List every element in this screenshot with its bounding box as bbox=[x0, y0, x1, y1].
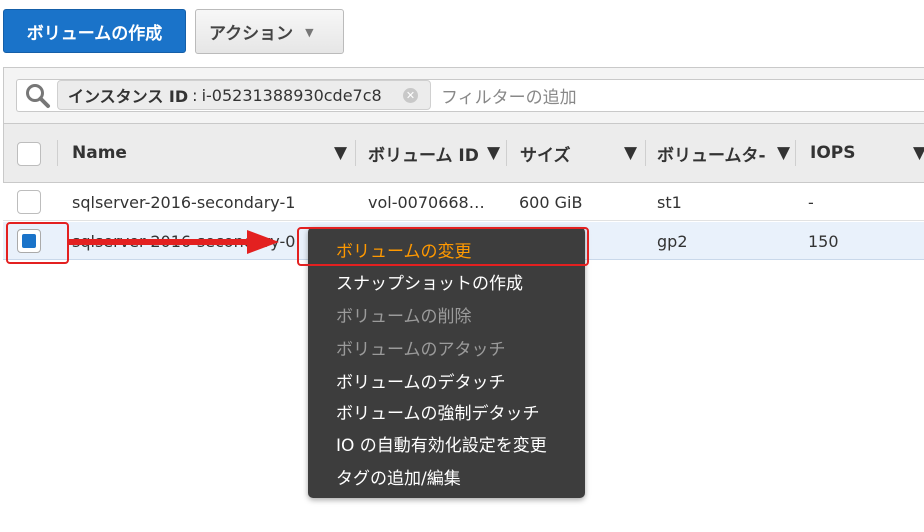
cell-name: sqlserver-2016-secondary-1 bbox=[72, 193, 296, 212]
menu-item-create-snapshot[interactable]: スナップショットの作成 bbox=[336, 269, 523, 294]
column-header-volume-id[interactable]: ボリューム ID bbox=[368, 123, 479, 183]
column-header-iops[interactable]: IOPS bbox=[810, 123, 855, 183]
menu-item-detach-volume[interactable]: ボリュームのデタッチ bbox=[336, 368, 506, 393]
sort-icon[interactable]: ▼ bbox=[334, 123, 347, 183]
column-header-label: Name bbox=[72, 143, 127, 163]
filter-token-value: i-05231388930cde7c8 bbox=[201, 85, 382, 105]
column-header-label: サイズ bbox=[520, 145, 571, 166]
column-header-label: ボリューム ID bbox=[368, 145, 479, 166]
actions-label: アクション bbox=[209, 24, 294, 44]
column-header-name[interactable]: Name bbox=[72, 123, 127, 183]
sort-icon[interactable]: ▼ bbox=[913, 123, 924, 183]
menu-item-change-auto-enable-io[interactable]: IO の自動有効化設定を変更 bbox=[336, 431, 547, 456]
context-menu: ボリュームの変更 スナップショットの作成 ボリュームの削除 ボリュームのアタッチ… bbox=[308, 227, 585, 498]
column-header-volume-type[interactable]: ボリュームタ- bbox=[657, 123, 766, 183]
cell-iops: - bbox=[808, 193, 814, 212]
filter-token[interactable]: インスタンス ID : i-05231388930cde7c8 ✕ bbox=[57, 80, 431, 110]
annotation-highlight-menu-item bbox=[297, 227, 589, 266]
column-divider bbox=[57, 140, 58, 166]
chevron-down-icon: ▼ bbox=[305, 26, 314, 39]
menu-item-delete-volume: ボリュームの削除 bbox=[336, 307, 472, 327]
add-filter-placeholder[interactable]: フィルターの追加 bbox=[441, 83, 577, 108]
select-all-checkbox[interactable] bbox=[17, 142, 41, 166]
column-header-label: IOPS bbox=[810, 143, 856, 163]
cell-volume-type: st1 bbox=[657, 193, 682, 212]
remove-filter-icon[interactable]: ✕ bbox=[403, 88, 418, 103]
sort-icon[interactable]: ▼ bbox=[777, 123, 790, 183]
annotation-highlight-checkbox bbox=[6, 222, 69, 264]
column-header-label: ボリュームタ- bbox=[657, 145, 766, 166]
cell-iops: 150 bbox=[808, 232, 839, 251]
cell-volume-id: vol-0070668… bbox=[368, 193, 485, 212]
row-checkbox[interactable] bbox=[17, 190, 41, 214]
filter-token-key: インスタンス ID bbox=[68, 87, 189, 106]
search-icon bbox=[26, 84, 50, 108]
create-volume-button[interactable]: ボリュームの作成 bbox=[3, 9, 186, 53]
sort-icon[interactable]: ▼ bbox=[487, 123, 500, 183]
actions-dropdown-button[interactable]: アクション ▼ bbox=[195, 9, 344, 54]
column-divider bbox=[506, 140, 507, 166]
filter-token-separator: : bbox=[192, 85, 198, 105]
menu-item-force-detach-volume[interactable]: ボリュームの強制デタッチ bbox=[336, 399, 540, 424]
column-divider bbox=[795, 140, 796, 166]
sort-icon[interactable]: ▼ bbox=[624, 123, 637, 183]
column-divider bbox=[355, 140, 356, 166]
cell-size: 600 GiB bbox=[519, 193, 583, 212]
cell-volume-type: gp2 bbox=[657, 232, 688, 251]
annotation-arrow bbox=[69, 230, 279, 254]
menu-item-attach-volume: ボリュームのアタッチ bbox=[336, 340, 506, 360]
menu-item-add-edit-tags[interactable]: タグの追加/編集 bbox=[336, 464, 461, 489]
table-row[interactable]: sqlserver-2016-secondary-1 vol-0070668… … bbox=[3, 183, 924, 221]
column-header-size[interactable]: サイズ bbox=[520, 123, 571, 183]
column-divider bbox=[645, 140, 646, 166]
